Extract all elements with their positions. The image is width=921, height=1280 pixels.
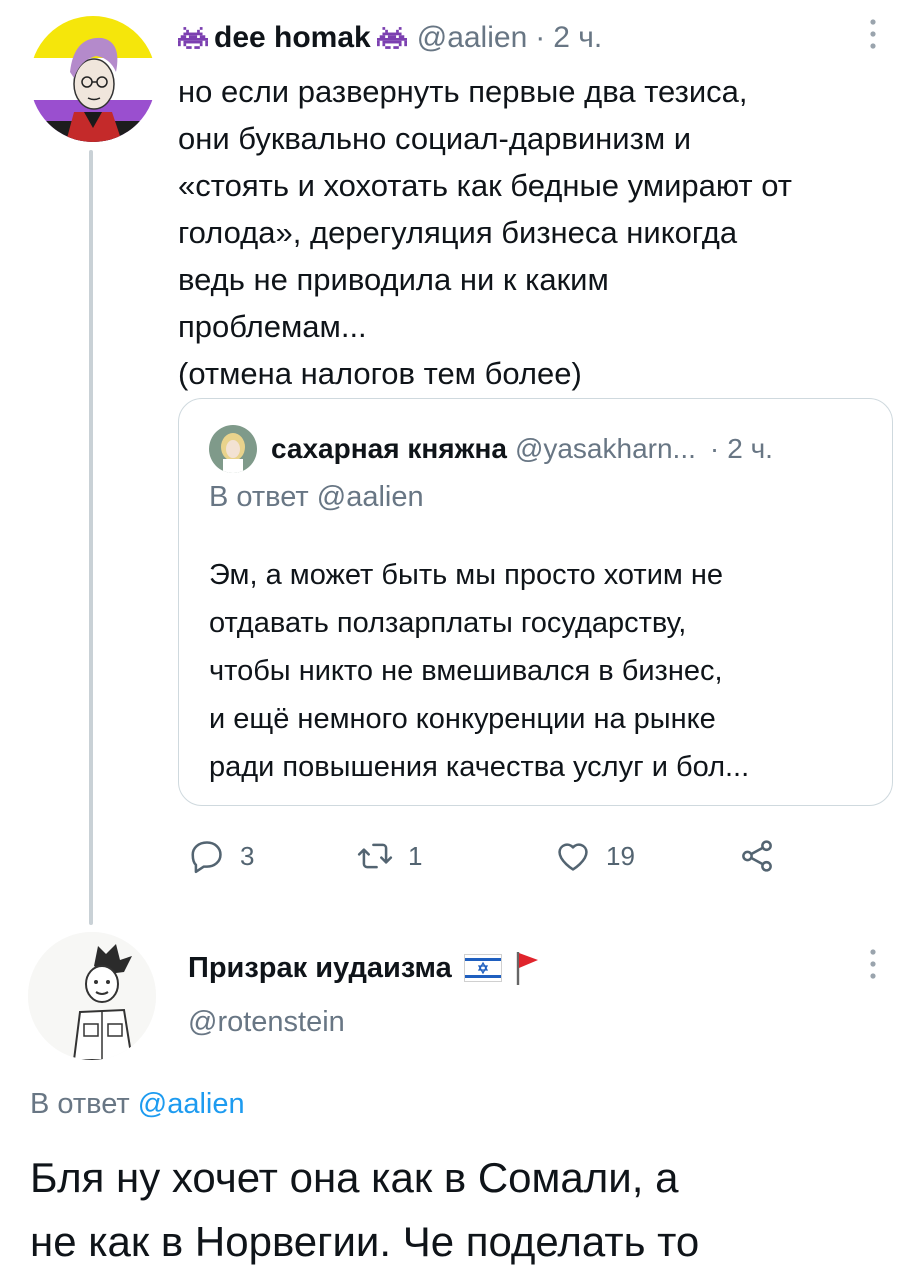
reply-author-avatar[interactable] (28, 932, 156, 1060)
reply-tweet-text: Бля ну хочет она как в Сомали, а не как … (30, 1154, 700, 1265)
reply-author-name-row: Призрак иудаизма (188, 948, 540, 988)
tweet-time[interactable]: 2 ч. (553, 21, 602, 55)
share-button[interactable] (738, 834, 790, 878)
quoted-author-name: сахарная княжна (271, 433, 507, 464)
reply-prefix: В ответ (30, 1088, 130, 1120)
reply-author-handle[interactable]: @rotenstein (188, 1006, 345, 1039)
reply-button[interactable]: 3 (188, 834, 254, 878)
reply-author-name[interactable]: Призрак иудаизма (188, 952, 452, 985)
reply-mention: @aalien (316, 481, 424, 513)
like-button[interactable]: 19 (554, 834, 635, 878)
red-flag-icon (516, 952, 538, 985)
retweet-icon (357, 843, 393, 869)
share-icon (742, 840, 772, 872)
quoted-tweet-card[interactable]: сахарная княжна @yasakharn... · 2 ч. В о… (178, 398, 893, 806)
author-handle[interactable]: @aalien (417, 21, 528, 55)
tweet-text: но если развернуть первые два тезиса, он… (178, 74, 793, 391)
quoted-author-handle: @yasakharn... (514, 433, 696, 464)
like-count: 19 (606, 840, 635, 871)
thread-connector-line (89, 150, 93, 925)
avatar-image (209, 425, 257, 473)
avatar-image (28, 932, 156, 1060)
tweet-actions: 3 1 19 (188, 834, 788, 878)
reply-context: В ответ @aalien (30, 1088, 245, 1121)
more-vertical-icon[interactable] (866, 16, 880, 52)
reply-count: 3 (240, 840, 255, 871)
quoted-reply-context: В ответ @aalien (209, 481, 424, 514)
alien-invader-icon (376, 27, 407, 49)
heart-icon (558, 843, 588, 871)
alien-invader-icon (178, 27, 208, 49)
israel-flag-icon (463, 954, 502, 982)
quoted-tweet-text: Эм, а может быть мы просто хотим не отда… (209, 559, 750, 783)
avatar-image (30, 16, 156, 142)
reply-mention-link[interactable]: @aalien (138, 1088, 245, 1120)
author-name[interactable]: dee homak (214, 21, 371, 55)
quoted-tweet-time: 2 ч. (727, 433, 773, 464)
separator-dot: · (535, 21, 546, 54)
separator-dot: · (709, 433, 720, 464)
quoted-tweet-header: сахарная княжна @yasakharn... · 2 ч. (209, 425, 773, 473)
retweet-button[interactable]: 1 (356, 834, 422, 878)
more-vertical-icon[interactable] (866, 946, 880, 982)
tweet-header: dee homak @aalien · 2 ч. (178, 16, 602, 60)
retweet-count: 1 (408, 840, 423, 871)
reply-prefix: В ответ (209, 481, 309, 513)
reply-icon (191, 841, 222, 874)
author-avatar[interactable] (30, 16, 156, 142)
quoted-author-avatar (209, 425, 257, 473)
